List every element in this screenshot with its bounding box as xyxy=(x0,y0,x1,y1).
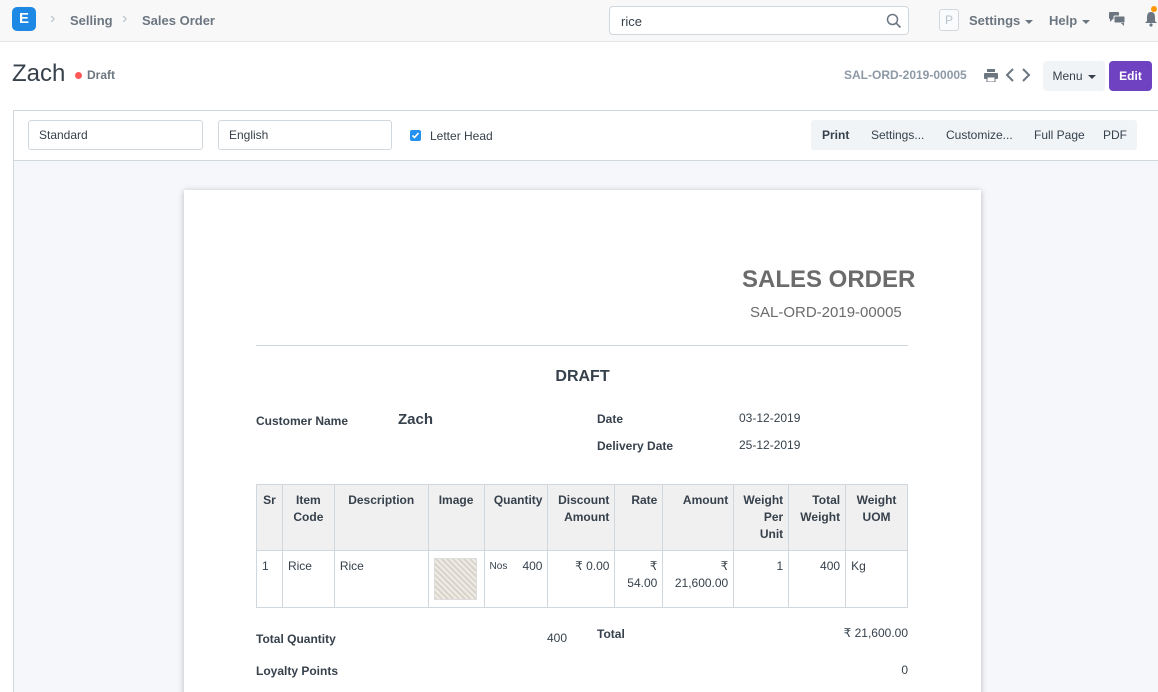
caret-down-icon xyxy=(1025,19,1034,24)
column-header: Total Weight xyxy=(788,484,847,551)
print-preview-area: Standard English Letter Head Print Setti… xyxy=(13,110,1158,692)
total-quantity-label: Total Quantity xyxy=(256,632,336,646)
letter-head-checkbox[interactable] xyxy=(410,130,421,141)
language-select[interactable]: English xyxy=(218,120,392,150)
bell-icon[interactable] xyxy=(1144,11,1158,27)
cell-amount: ₹21,600.00 xyxy=(662,550,735,608)
settings-menu[interactable]: Settings xyxy=(969,13,1034,28)
chevron-right-icon: › xyxy=(122,10,128,27)
letter-head-label: Letter Head xyxy=(430,129,493,143)
full-page-button[interactable]: Full Page xyxy=(1034,128,1085,142)
pdf-button[interactable]: PDF xyxy=(1103,128,1127,142)
delivery-date-value: 25-12-2019 xyxy=(739,438,801,452)
status-badge: Draft xyxy=(87,68,116,82)
column-header: Weight UOM xyxy=(845,484,908,551)
edit-button[interactable]: Edit xyxy=(1109,61,1152,91)
search-input[interactable]: rice xyxy=(609,6,909,35)
settings-button[interactable]: Settings... xyxy=(871,128,924,142)
breadcrumb-sales-order[interactable]: Sales Order xyxy=(142,13,215,28)
items-table: Sr Item Code Description Image Quantity … xyxy=(256,484,908,608)
column-header: Rate xyxy=(614,484,664,551)
table-header-row: Sr Item Code Description Image Quantity … xyxy=(256,484,908,551)
date-value: 03-12-2019 xyxy=(739,411,801,425)
customize-button[interactable]: Customize... xyxy=(946,128,1013,142)
column-header: Discount Amount xyxy=(547,484,616,551)
chat-icon[interactable] xyxy=(1109,12,1125,26)
customer-name: Zach xyxy=(398,411,434,428)
rate-currency: ₹ xyxy=(649,559,658,573)
chevron-right-icon[interactable] xyxy=(1021,68,1031,82)
menu-button[interactable]: Menu xyxy=(1043,61,1105,91)
notification-dot xyxy=(1151,6,1157,12)
cell-discount: ₹ 0.00 xyxy=(547,550,616,608)
sheet-number: SAL-ORD-2019-00005 xyxy=(750,304,902,321)
quantity-value: 400 xyxy=(522,559,543,573)
column-header: Quantity xyxy=(483,484,549,551)
cell-weight-per-unit: 1 xyxy=(733,550,790,608)
cell-description: Rice xyxy=(333,550,429,608)
print-icon[interactable] xyxy=(984,69,998,82)
print-format-select[interactable]: Standard xyxy=(28,120,203,150)
total-quantity-value: 400 xyxy=(547,631,568,645)
print-actions: Print Settings... Customize... Full Page… xyxy=(811,120,1137,150)
settings-label: Settings xyxy=(969,13,1021,28)
print-toolbar: Standard English Letter Head Print Setti… xyxy=(14,111,1158,161)
amount-value: 21,600.00 xyxy=(674,576,729,590)
print-button[interactable]: Print xyxy=(822,128,849,142)
cell-total-weight: 400 xyxy=(788,550,847,608)
breadcrumb-selling[interactable]: Selling xyxy=(70,13,113,28)
cell-image xyxy=(427,550,485,608)
cell-rate: ₹54.00 xyxy=(614,550,664,608)
sheet-title: SALES ORDER xyxy=(742,266,916,293)
column-header: Item Code xyxy=(281,484,335,551)
date-label: Date xyxy=(597,412,624,426)
loyalty-points-label: Loyalty Points xyxy=(256,664,339,678)
amount-currency: ₹ xyxy=(720,559,729,573)
column-header: Sr xyxy=(256,484,283,551)
page-title: Zach xyxy=(12,60,66,87)
status-indicator-dot xyxy=(75,72,82,79)
uom-label: Nos xyxy=(489,561,508,572)
draft-banner: DRAFT xyxy=(555,368,610,385)
column-header: Description xyxy=(333,484,429,551)
document-name: SAL-ORD-2019-00005 xyxy=(844,68,967,82)
delivery-date-label: Delivery Date xyxy=(597,439,674,453)
cell-item-code: Rice xyxy=(281,550,335,608)
caret-down-icon xyxy=(1082,19,1091,24)
column-header: Amount xyxy=(662,484,735,551)
total-label: Total xyxy=(597,627,625,641)
column-header: Weight Per Unit xyxy=(733,484,790,551)
search-value[interactable]: rice xyxy=(621,14,642,29)
chevron-right-icon: › xyxy=(50,10,56,27)
cell-weight-uom: Kg xyxy=(845,550,908,608)
item-image xyxy=(433,558,477,600)
help-menu[interactable]: Help xyxy=(1049,13,1091,28)
divider xyxy=(256,345,908,346)
table-row: 1 Rice Rice Nos 400 ₹ 0.00 ₹54.00 ₹21,600… xyxy=(256,550,908,608)
caret-down-icon xyxy=(1087,74,1096,79)
chevron-left-icon[interactable] xyxy=(1005,68,1015,82)
column-header: Image xyxy=(427,484,485,551)
total-value: ₹ 21,600.00 xyxy=(843,626,908,640)
cell-quantity: Nos 400 xyxy=(483,550,549,608)
print-sheet: SALES ORDER SAL-ORD-2019-00005 DRAFT Cus… xyxy=(184,190,981,692)
navbar: E › Selling › Sales Order rice P Setting… xyxy=(0,0,1158,42)
avatar[interactable]: P xyxy=(939,9,959,31)
rate-value: 54.00 xyxy=(627,576,658,590)
cell-sr: 1 xyxy=(256,550,283,608)
menu-label: Menu xyxy=(1052,69,1083,83)
loyalty-points-value: 0 xyxy=(901,663,908,677)
app-logo[interactable]: E xyxy=(12,7,36,31)
search-icon[interactable] xyxy=(886,13,902,29)
customer-name-label: Customer Name xyxy=(256,414,349,428)
help-label: Help xyxy=(1049,13,1078,28)
check-icon xyxy=(411,132,420,139)
